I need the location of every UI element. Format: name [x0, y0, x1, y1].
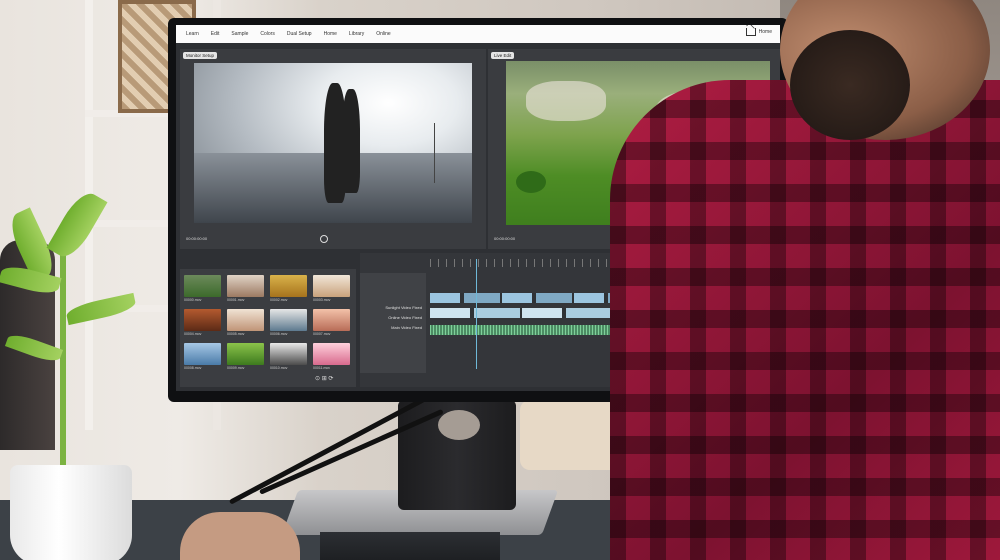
light-stand: [434, 123, 435, 183]
track-label: Online Video Fixed: [388, 315, 422, 320]
viewer-tab-monitor-setup[interactable]: Monitor Setup: [183, 52, 218, 59]
editor-person: [610, 0, 1000, 560]
plant-pot: [10, 465, 132, 560]
media-thumbnail[interactable]: [184, 343, 221, 365]
media-thumbnail[interactable]: [313, 309, 350, 331]
thumbnail-label: 00001.mov: [227, 298, 245, 302]
plaid-shirt: [610, 80, 1000, 560]
thumbnail-label: 00008.mov: [184, 366, 202, 370]
menu-colors[interactable]: Colors: [260, 31, 274, 37]
dancers-video-frame: [194, 63, 472, 223]
thumbnail-label: 00000.mov: [184, 298, 202, 302]
play-icon[interactable]: [320, 235, 328, 243]
media-thumbnail[interactable]: [227, 343, 264, 365]
source-viewer[interactable]: Monitor Setup 00:00:00:00: [180, 49, 486, 249]
thumbnail-label: 00002.mov: [270, 298, 288, 302]
menu-library[interactable]: Library: [349, 31, 364, 37]
bin-controls-icon[interactable]: ⊙ ⊞ ⟳: [315, 375, 333, 382]
thumbnail-label: 00009.mov: [227, 366, 245, 370]
room-background: Learn Edit Sample Colors Dual Setup Home…: [0, 0, 1000, 560]
menu-learn[interactable]: Learn: [186, 31, 199, 37]
menu-dual-setup[interactable]: Dual Setup: [287, 31, 312, 37]
keyboard: [320, 532, 500, 560]
thumbnail-label: 00011.mov: [313, 366, 331, 370]
village-houses: [526, 81, 606, 121]
media-thumbnail[interactable]: [227, 275, 264, 297]
media-thumbnail[interactable]: [227, 309, 264, 331]
media-thumbnail[interactable]: [184, 309, 221, 331]
track-label: Sunlight Video Fixed: [385, 305, 422, 310]
thumbnail-label: 00010.mov: [270, 366, 288, 370]
tree: [516, 171, 546, 193]
thumbnail-label: 00004.mov: [184, 332, 202, 336]
track-headers: Sunlight Video Fixed Online Video Fixed …: [360, 273, 426, 373]
dancer: [342, 89, 360, 193]
viewer-tab-live-edit[interactable]: Live Edit: [491, 52, 515, 59]
media-thumbnail[interactable]: [313, 343, 350, 365]
media-thumbnail[interactable]: [313, 275, 350, 297]
plant-stem: [60, 250, 66, 470]
thumbnail-label: 00006.mov: [270, 332, 288, 336]
menu-edit[interactable]: Edit: [211, 31, 220, 37]
beard: [790, 30, 910, 140]
source-timecode: 00:00:00:00: [186, 236, 208, 241]
thumbnail-label: 00003.mov: [313, 298, 331, 302]
media-thumbnail[interactable]: [184, 275, 221, 297]
menu-sample[interactable]: Sample: [231, 31, 248, 37]
media-thumbnail[interactable]: [270, 309, 307, 331]
cable: [228, 397, 426, 505]
media-thumbnail[interactable]: [270, 275, 307, 297]
menu-online[interactable]: Online: [376, 31, 390, 37]
media-thumbnail[interactable]: [270, 343, 307, 365]
menu-home[interactable]: Home: [324, 31, 337, 37]
thumbnail-label: 00007.mov: [313, 332, 331, 336]
media-bin: 00000.mov 00001.mov 00002.mov 00003.mov …: [180, 269, 356, 387]
program-timecode: 00:00:00:00: [494, 236, 516, 241]
stand-cable-hole: [438, 410, 480, 440]
hand: [180, 512, 300, 560]
track-label: Main Video Fixed: [391, 325, 422, 330]
thumbnail-label: 00005.mov: [227, 332, 245, 336]
timeline-playhead[interactable]: [476, 259, 477, 369]
